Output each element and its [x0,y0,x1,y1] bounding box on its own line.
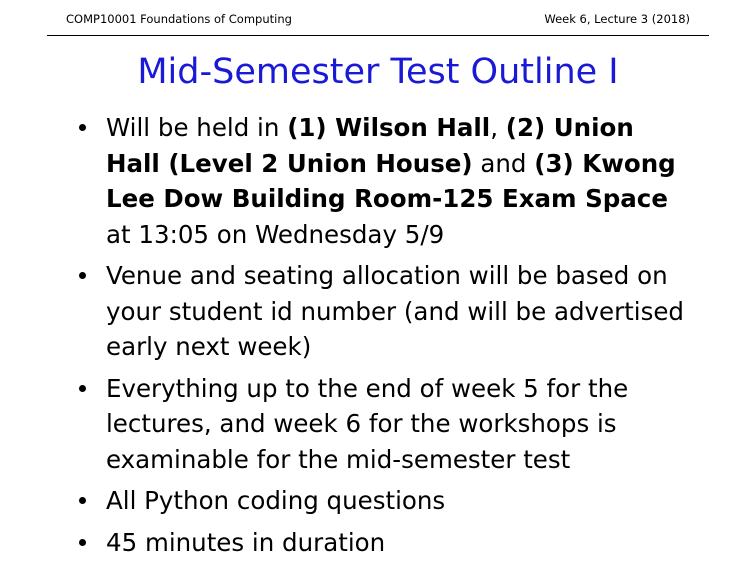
text-segment: Will be held in [106,113,288,142]
bullet-dot-icon [79,272,86,279]
slide-title: Mid-Semester Test Outline I [137,52,619,92]
text-line: Everything up to the end of week 5 for t… [106,373,629,403]
text-line: lectures, and week 6 for the workshops i… [106,409,617,438]
venue-wilson-hall: (1) Wilson Hall [287,113,491,142]
text-line: examinable for the mid-semester test [106,444,571,474]
bullet-dot-icon [79,124,86,131]
bullet-list: Will be held in (1) Wilson Hall, (2) Uni… [0,110,706,566]
bullet-dot-icon [79,384,86,392]
bullet-dot-icon [79,538,86,546]
text-line: early next week) [106,332,312,361]
bullet-python: All Python coding questions [0,483,706,519]
slide-header: COMP10001 Foundations of Computing Week … [47,9,709,36]
text-line: Hall (Level 2 Union House) and (3) Kwong [106,146,706,182]
text-segment: , [490,113,506,142]
bullet-examinable: Everything up to the end of week 5 for t… [0,371,706,478]
text-line: at 13:05 on Wednesday 5/9 [106,219,445,249]
lecture-info: Week 6, Lecture 3 (2018) [544,12,690,26]
venue-kwong-cont: Lee Dow Building Room-125 Exam Space [106,184,668,213]
text-line: 45 minutes in duration [106,527,386,557]
text-segment: and [472,148,535,178]
text-line: your student id number (and will be adve… [106,296,684,326]
venue-union-hall: (2) Union [505,113,634,142]
bullet-seating: Venue and seating allocation will be bas… [0,258,706,365]
text-line: Lee Dow Building Room-125 Exam Space [106,181,706,217]
text-line: All Python coding questions [106,486,446,515]
text-line: Will be held in (1) Wilson Hall, (2) Uni… [106,110,706,146]
bullet-venue: Will be held in (1) Wilson Hall, (2) Uni… [0,110,706,252]
venue-kwong: (3) Kwong [534,148,676,178]
bullet-duration: 45 minutes in duration [0,525,706,561]
venue-union-hall-cont: Hall (Level 2 Union House) [106,148,473,178]
bullet-dot-icon [79,497,86,504]
text-line: Venue and seating allocation will be bas… [106,261,668,290]
course-name: COMP10001 Foundations of Computing [66,12,292,26]
